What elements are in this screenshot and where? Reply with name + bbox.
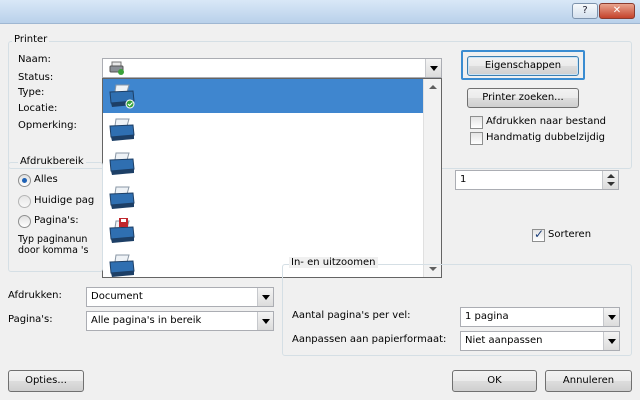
printer-name-combo[interactable] xyxy=(102,58,442,78)
print-dialog: Printer Naam: Status: Type: Locatie: Opm… xyxy=(0,24,640,400)
collate-checkbox[interactable] xyxy=(532,227,545,242)
type-label: Type: xyxy=(18,87,45,98)
range-pages-radio[interactable] xyxy=(18,215,31,228)
range-pages-label: Pagina's: xyxy=(34,215,79,226)
find-printer-button[interactable]: Printer zoeken... xyxy=(467,88,579,108)
printer-list-item[interactable] xyxy=(103,181,423,215)
print-what-combo[interactable]: Document xyxy=(86,287,274,307)
print-pages-label: Pagina's: xyxy=(8,314,53,325)
pages-per-sheet-combo[interactable]: 1 pagina xyxy=(460,307,620,327)
range-current-page-label: Huidige pag xyxy=(34,195,95,206)
location-label: Locatie: xyxy=(18,103,58,114)
printer-group-title: Printer xyxy=(12,34,50,45)
print-what-label: Afdrukken: xyxy=(8,290,62,301)
range-all-radio[interactable] xyxy=(18,174,31,187)
scale-combo[interactable]: Niet aanpassen xyxy=(460,331,620,351)
printer-icon xyxy=(109,254,135,277)
printer-icon xyxy=(109,84,135,109)
manual-duplex-checkbox[interactable] xyxy=(470,132,483,145)
print-pages-value: Alle pagina's in bereik xyxy=(91,315,202,326)
copies-spinner[interactable]: 1 xyxy=(455,170,619,190)
scale-value: Niet aanpassen xyxy=(465,335,543,346)
cancel-button[interactable]: Annuleren xyxy=(545,370,632,392)
collate-label: Sorteren xyxy=(548,229,592,240)
printer-dropdown-list[interactable] xyxy=(102,78,442,278)
range-hint-line2: door komma 's xyxy=(18,245,89,256)
printer-icon xyxy=(109,118,135,141)
printer-icon xyxy=(109,186,135,209)
print-to-file-label: Afdrukken naar bestand xyxy=(486,116,607,127)
print-what-value: Document xyxy=(91,291,143,302)
printer-list-scrollbar[interactable] xyxy=(423,79,441,277)
manual-duplex-label: Handmatig dubbelzijdig xyxy=(486,132,606,143)
name-label: Naam: xyxy=(18,54,51,65)
spinner-arrows-icon[interactable] xyxy=(602,171,618,189)
chevron-down-icon[interactable] xyxy=(257,312,273,330)
range-current-page-radio[interactable] xyxy=(18,195,31,208)
print-range-group-title: Afdrukbereik xyxy=(18,156,86,167)
copies-value: 1 xyxy=(460,174,467,185)
options-button[interactable]: Opties... xyxy=(8,370,84,392)
chevron-down-icon[interactable] xyxy=(603,308,619,326)
printer-list-item[interactable] xyxy=(103,147,423,181)
pages-per-sheet-value: 1 pagina xyxy=(465,311,509,322)
chevron-down-icon[interactable] xyxy=(603,332,619,350)
printer-list-item[interactable] xyxy=(103,215,423,249)
title-bar: ? ✕ xyxy=(0,0,640,24)
range-all-label: Alles xyxy=(34,174,58,185)
comment-label: Opmerking: xyxy=(18,120,77,131)
printer-icon xyxy=(109,152,135,175)
fax-printer-icon xyxy=(109,218,135,243)
range-hint-line1: Typ paginanun xyxy=(18,234,88,245)
status-label: Status: xyxy=(18,72,54,83)
close-button[interactable]: ✕ xyxy=(599,3,635,19)
chevron-down-icon[interactable] xyxy=(257,288,273,306)
properties-button[interactable]: Eigenschappen xyxy=(467,56,579,76)
help-button[interactable]: ? xyxy=(572,3,598,19)
print-to-file-checkbox[interactable] xyxy=(470,116,483,129)
zoom-group-title: In- en uitzoomen xyxy=(289,257,378,268)
scroll-up-icon[interactable] xyxy=(429,85,437,89)
print-pages-combo[interactable]: Alle pagina's in bereik xyxy=(86,311,274,331)
scale-label: Aanpassen aan papierformaat: xyxy=(292,334,447,345)
printer-list-item[interactable] xyxy=(103,113,423,147)
chevron-down-icon[interactable] xyxy=(425,59,441,77)
printer-list-item[interactable] xyxy=(103,79,423,113)
ok-button[interactable]: OK xyxy=(452,370,537,392)
pages-per-sheet-label: Aantal pagina's per vel: xyxy=(292,310,411,321)
